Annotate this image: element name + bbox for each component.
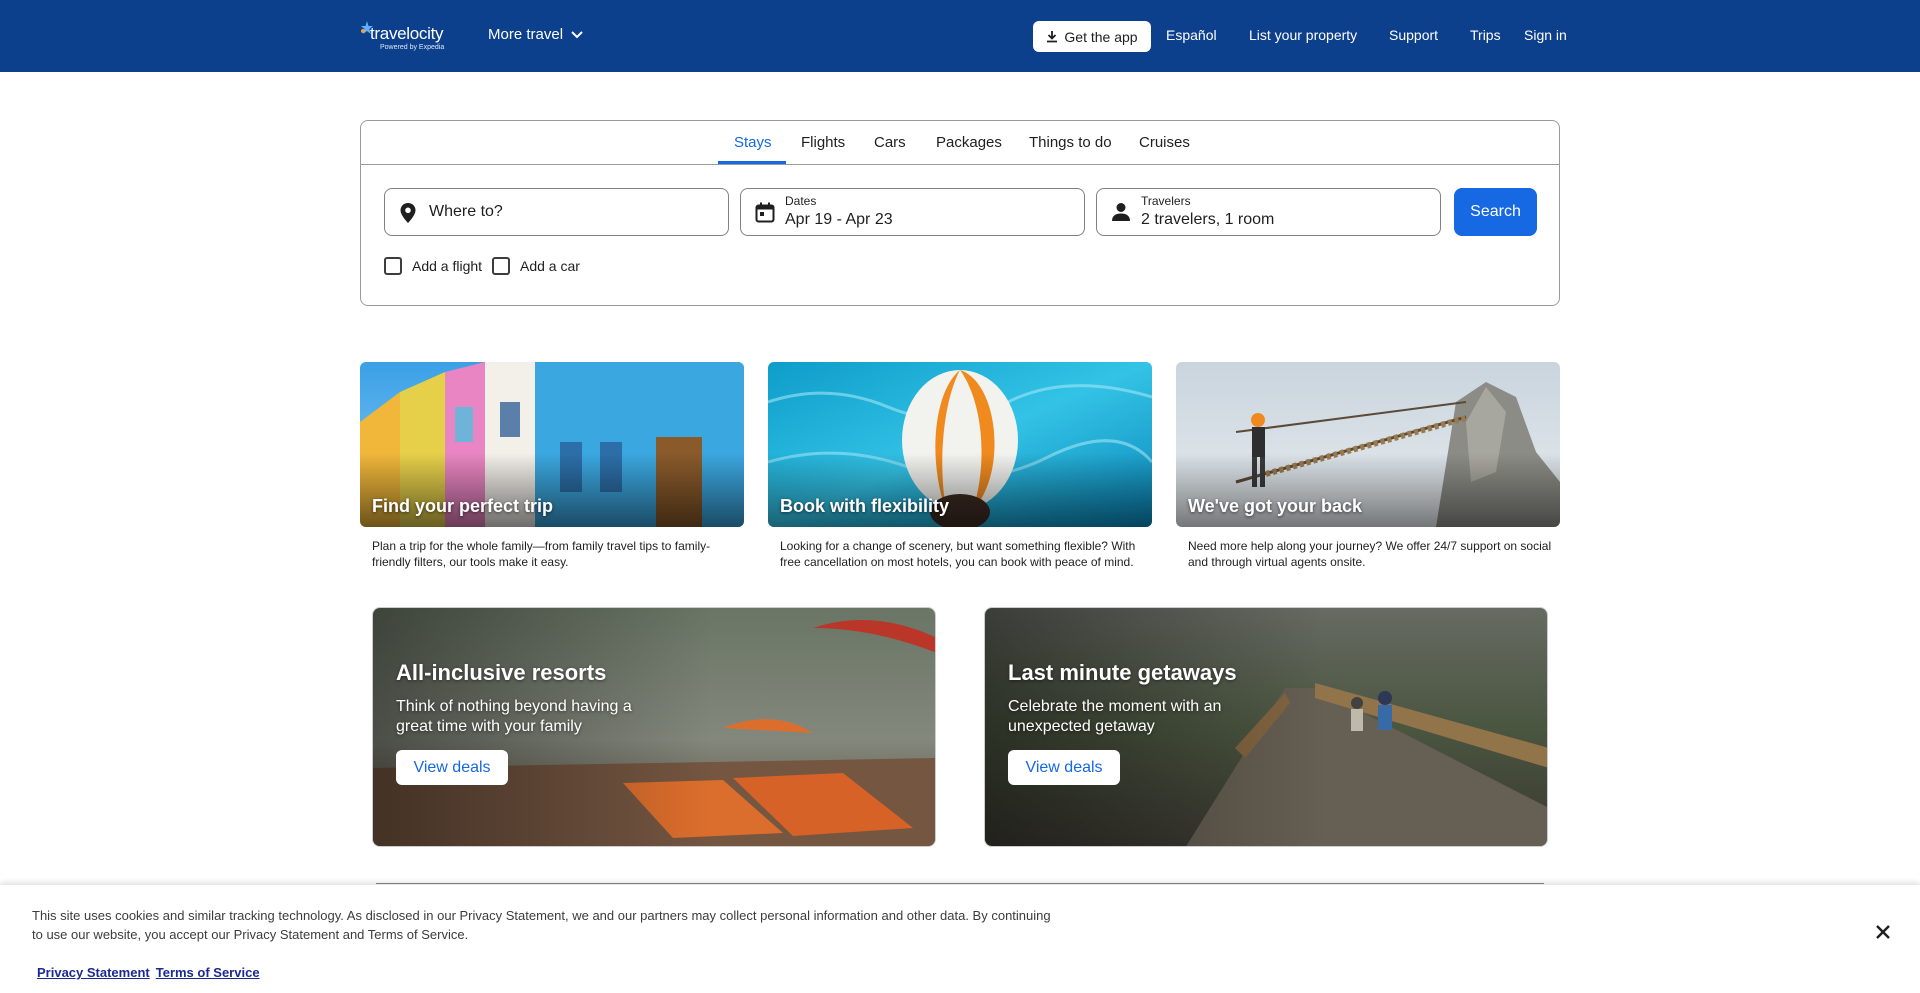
search-button[interactable]: Search (1454, 188, 1537, 236)
view-deals-button[interactable]: View deals (396, 750, 508, 785)
tab-stays[interactable]: Stays (734, 134, 772, 151)
calendar-icon (755, 202, 775, 223)
destination-input[interactable]: Where to? (384, 188, 729, 236)
nav-support[interactable]: Support (1389, 27, 1438, 43)
cookie-text: This site uses cookies and similar track… (32, 908, 1051, 942)
banner-title: All-inclusive resorts (396, 660, 607, 685)
terms-of-service-link[interactable]: Terms of Service (156, 965, 260, 980)
tab-things-to-do[interactable]: Things to do (1029, 134, 1112, 151)
cookie-links: Privacy Statement Terms of Service (37, 965, 260, 980)
search-form-card: Stays Flights Cars Packages Things to do… (360, 120, 1560, 306)
dates-field[interactable]: Dates Apr 19 - Apr 23 (740, 188, 1085, 236)
close-icon[interactable] (1876, 925, 1890, 939)
promo-description: Need more help along your journey? We of… (1188, 539, 1552, 569)
search-tabs: Stays Flights Cars Packages Things to do… (361, 121, 1559, 165)
banner-title: Last minute getaways (1008, 660, 1237, 685)
add-flight-checkbox[interactable]: Add a flight (384, 257, 482, 275)
promo-description: Plan a trip for the whole family—from fa… (372, 539, 711, 569)
chevron-down-icon (571, 30, 583, 38)
promo-title: Book with flexibility (780, 496, 950, 516)
more-travel-label: More travel (488, 26, 564, 43)
travelers-label: Travelers (1141, 194, 1191, 208)
more-travel-menu[interactable]: More travel (488, 26, 583, 43)
nav-espanol[interactable]: Español (1166, 27, 1217, 43)
add-flight-checkbox-box[interactable] (384, 257, 402, 275)
logo-subtext: Powered by Expedia (380, 44, 445, 51)
banner-description: Celebrate the moment with an unexpected … (1008, 698, 1222, 735)
tab-flights[interactable]: Flights (801, 134, 845, 151)
nav-list-property[interactable]: List your property (1249, 27, 1357, 43)
banner-description: Think of nothing beyond having a great t… (396, 698, 632, 735)
banner-last-minute[interactable]: Last minute getaways Celebrate the momen… (984, 607, 1548, 847)
dates-value: Apr 19 - Apr 23 (785, 211, 893, 228)
add-car-label: Add a car (520, 258, 580, 274)
add-flight-label: Add a flight (412, 258, 483, 274)
nav-sign-in[interactable]: Sign in (1524, 27, 1567, 43)
get-app-label: Get the app (1064, 28, 1138, 45)
view-deals-button[interactable]: View deals (1008, 750, 1120, 785)
section-divider (376, 883, 1544, 884)
cookie-consent-banner: This site uses cookies and similar track… (0, 885, 1920, 993)
privacy-statement-link[interactable]: Privacy Statement (37, 965, 150, 980)
destination-placeholder: Where to? (429, 203, 503, 220)
nav-trips[interactable]: Trips (1470, 27, 1501, 43)
promo-description: Looking for a change of scenery, but wan… (780, 539, 1136, 569)
active-tab-indicator (718, 161, 786, 164)
travelocity-logo[interactable]: travelocity Powered by Expedia (360, 20, 450, 54)
person-icon (1112, 203, 1130, 221)
travelers-field[interactable]: Travelers 2 travelers, 1 room (1096, 188, 1441, 236)
location-pin-icon (400, 203, 416, 223)
tab-cruises[interactable]: Cruises (1139, 134, 1190, 151)
promo-title: We've got your back (1188, 496, 1362, 516)
tab-cars[interactable]: Cars (874, 134, 906, 151)
add-car-checkbox[interactable]: Add a car (492, 257, 580, 275)
dates-label: Dates (785, 194, 817, 208)
top-header: travelocity Powered by Expedia More trav… (0, 0, 1920, 72)
add-car-checkbox-box[interactable] (492, 257, 510, 275)
logo-text: travelocity (370, 24, 444, 43)
banner-all-inclusive[interactable]: All-inclusive resorts Think of nothing b… (372, 607, 936, 847)
promo-title: Find your perfect trip (372, 496, 554, 516)
travelers-value: 2 travelers, 1 room (1141, 211, 1275, 228)
tab-packages[interactable]: Packages (936, 134, 1002, 151)
download-icon (1047, 31, 1058, 43)
get-app-button[interactable]: Get the app (1033, 21, 1151, 52)
